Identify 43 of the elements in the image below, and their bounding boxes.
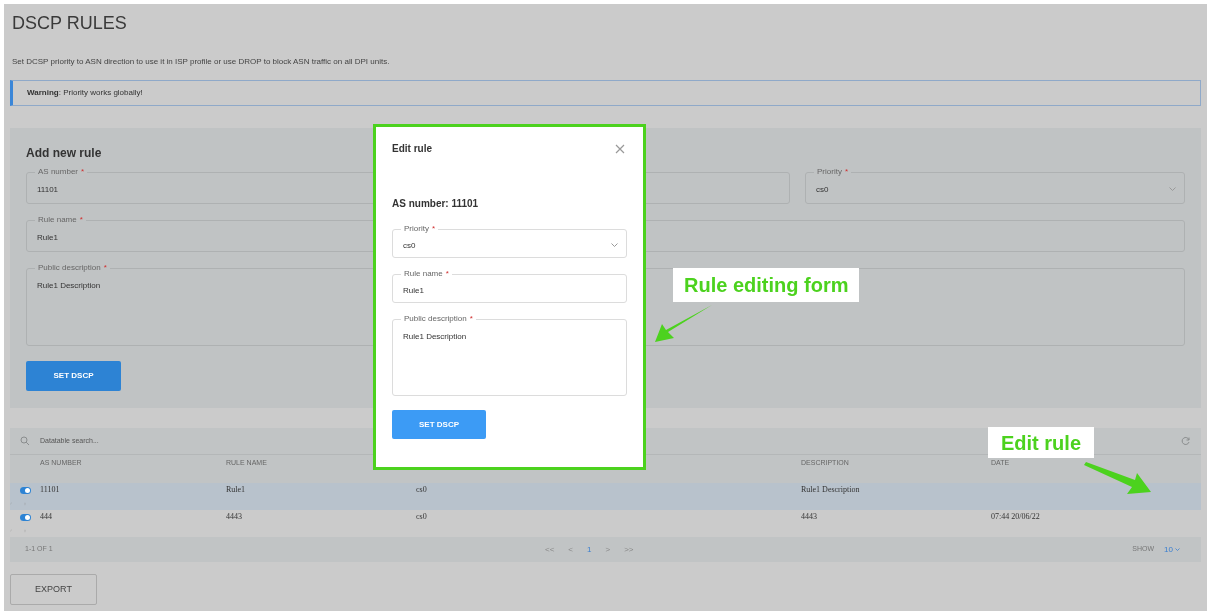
table-cell-text: Rule1 <box>226 484 247 497</box>
refresh-icon[interactable] <box>1181 436 1191 446</box>
table-cell-text: cs0 <box>416 511 428 524</box>
pagination-button[interactable]: >> <box>624 543 634 556</box>
form-title: Add new rule <box>26 145 102 162</box>
pagination-button[interactable]: > <box>605 543 611 556</box>
set-dscp-button[interactable]: SET DSCP <box>26 361 121 391</box>
table-cell-text: 11101 <box>40 484 61 497</box>
field-label: Rule name <box>38 215 77 225</box>
pagination-button[interactable]: 1 <box>587 543 592 556</box>
chevron-down-icon <box>1169 187 1176 191</box>
page-description: Set DCSP priority to ASN direction to use it in ISP profile or use DROP to block ASN traffic on all DPI units. <box>12 56 391 68</box>
field-label: AS number <box>38 167 79 177</box>
callout-arrow <box>1083 462 1153 496</box>
page-title: DSCP RULES <box>12 12 128 35</box>
warning-alert: Warning: Priority works globally! <box>10 80 1201 106</box>
toggle-switch[interactable] <box>20 513 31 521</box>
callout-label: Rule editing form <box>673 268 860 302</box>
callout-label: Edit rule <box>988 427 1094 458</box>
table-cell-text: 4443 <box>226 511 243 524</box>
table-cell-text: cs0 <box>416 484 428 497</box>
required-mark: * <box>103 263 107 273</box>
close-icon[interactable] <box>615 143 625 154</box>
table-cell-text: 4443 <box>801 511 818 524</box>
required-mark: * <box>81 167 85 177</box>
chevron-down-icon <box>1175 548 1180 551</box>
as-number-heading: AS number: 11101 <box>392 197 480 211</box>
export-button[interactable]: EXPORT <box>10 574 97 605</box>
rows-per-page-select[interactable]: 10 <box>1164 543 1173 556</box>
table-cell-text: Rule1 Description <box>801 484 861 497</box>
table-row[interactable]: 444 4443 cs0 4443 07:44 20/06/22 <box>10 510 1201 537</box>
pagination-button[interactable]: < <box>568 543 573 556</box>
table-cell-text: 444 <box>40 511 53 524</box>
modal-title: Edit rule <box>392 142 432 156</box>
chevron-down-icon <box>611 242 618 247</box>
required-mark: * <box>79 215 83 225</box>
table-row[interactable]: 11101 Rule1 cs0 Rule1 Description <box>10 483 1201 510</box>
field-label: Public description <box>38 263 101 273</box>
toggle-switch[interactable] <box>20 486 31 494</box>
search-icon <box>20 436 30 446</box>
pagination-button[interactable]: << <box>545 543 555 556</box>
set-dscp-button[interactable]: SET DSCP <box>392 410 486 439</box>
table-cell-text: 07:44 20/06/22 <box>991 511 1041 524</box>
